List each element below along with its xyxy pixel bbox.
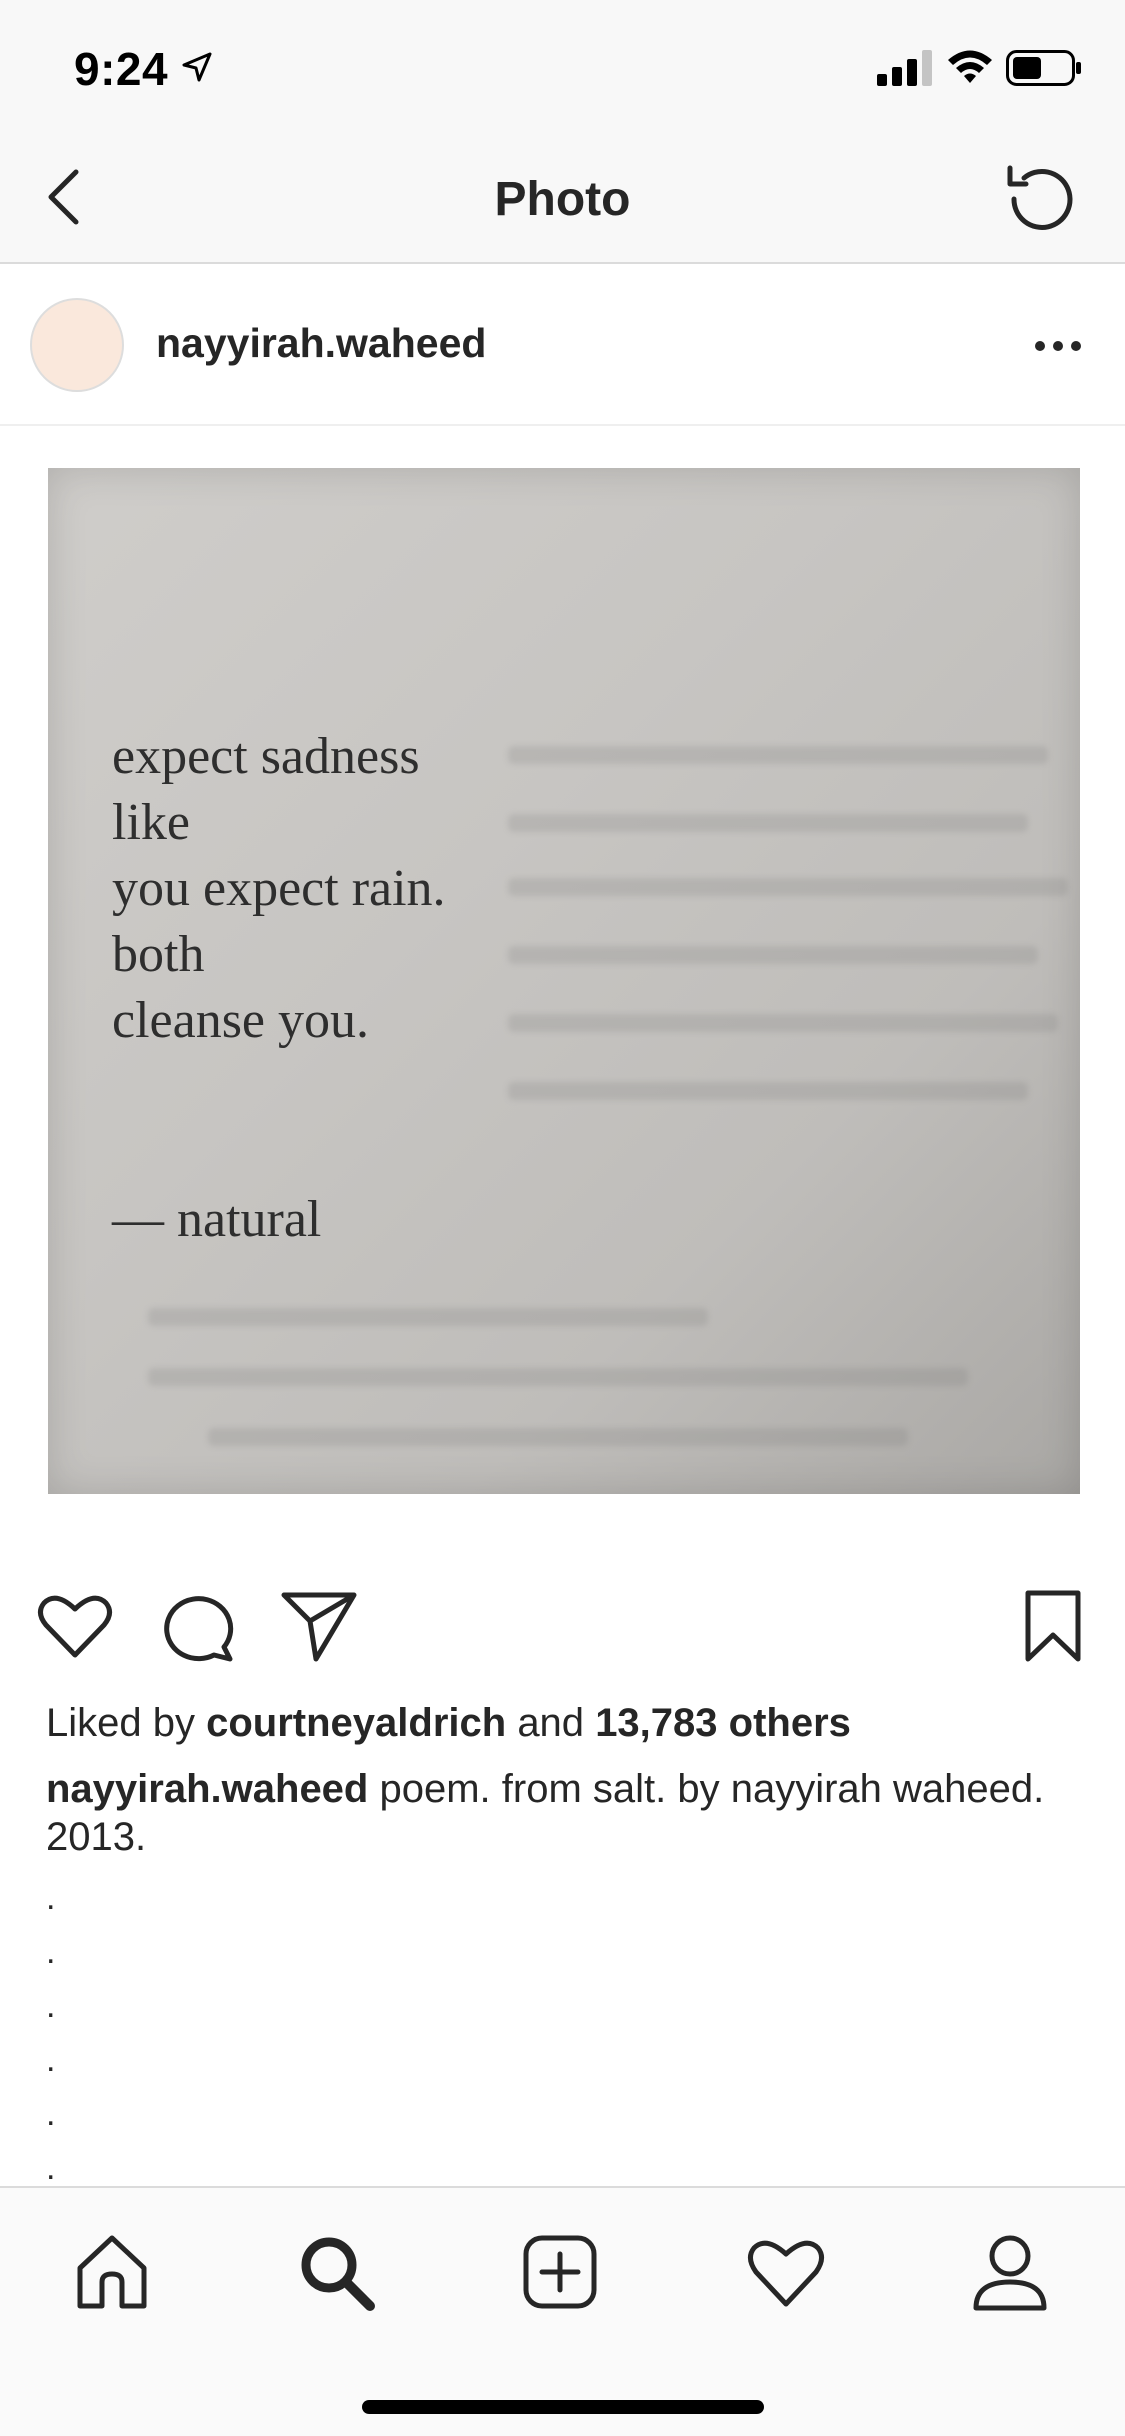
page-title: Photo [494, 173, 631, 226]
heart-icon[interactable] [36, 1587, 114, 1665]
nav-bar: Photo [0, 132, 1125, 264]
battery-icon [1006, 50, 1081, 86]
location-arrow-icon [182, 52, 212, 82]
caption-dots: . . . . . . [46, 1871, 55, 2195]
comment-icon[interactable] [160, 1587, 238, 1665]
heart-icon[interactable] [746, 2232, 826, 2312]
liked-by-user[interactable]: courtneyaldrich [206, 1701, 506, 1745]
likes-middle: and [517, 1701, 585, 1745]
bookmark-icon[interactable] [1020, 1587, 1086, 1665]
caption-username[interactable]: nayyirah.waheed [46, 1767, 368, 1811]
caption-dot: . [46, 1987, 56, 2025]
poem-line: both [112, 926, 205, 983]
caption-dot: . [46, 2041, 56, 2079]
profile-icon[interactable] [970, 2232, 1050, 2312]
bleed-through-text [508, 1014, 1058, 1032]
more-icon[interactable] [1030, 326, 1086, 366]
caption-dot: . [46, 1879, 56, 1917]
bleed-through-text [508, 946, 1038, 964]
tab-bar [0, 2186, 1125, 2436]
bleed-through-text [148, 1368, 968, 1386]
home-indicator[interactable] [362, 2400, 764, 2414]
likes-summary[interactable]: Liked by courtneyaldrich and 13,783 othe… [46, 1701, 851, 1746]
post-media[interactable]: expect sadness like you expect rain. bot… [0, 426, 1125, 1551]
post-username[interactable]: nayyirah.waheed [156, 320, 486, 367]
search-icon[interactable] [296, 2232, 376, 2312]
home-icon[interactable] [72, 2232, 152, 2312]
add-post-icon[interactable] [520, 2232, 600, 2312]
bleed-through-text [508, 1082, 1028, 1100]
poem-line: like [112, 794, 190, 851]
caption: nayyirah.waheed poem. from salt. by nayy… [46, 1765, 1046, 1861]
avatar[interactable] [30, 298, 124, 392]
bleed-through-text [508, 814, 1028, 832]
paper-plane-icon[interactable] [280, 1587, 358, 1665]
bleed-through-text [508, 878, 1068, 896]
status-time: 9:24 [74, 43, 169, 95]
poem-credit: — natural [112, 1191, 322, 1248]
bleed-through-text [148, 1308, 708, 1326]
poem-line: expect sadness [112, 728, 420, 785]
poem-line: you expect rain. [112, 860, 446, 917]
post-header: nayyirah.waheed [0, 264, 1125, 426]
bleed-through-text [208, 1428, 908, 1446]
likes-others[interactable]: 13,783 others [595, 1701, 851, 1745]
cellular-signal-icon [877, 50, 932, 86]
bleed-through-text [508, 746, 1048, 764]
likes-prefix: Liked by [46, 1701, 195, 1745]
post-photo[interactable]: expect sadness like you expect rain. bot… [48, 468, 1080, 1494]
poem-text: expect sadness like you expect rain. bot… [112, 724, 446, 1054]
post-meta: Liked by courtneyaldrich and 13,783 othe… [0, 1701, 1125, 2187]
wifi-icon [948, 50, 992, 83]
post-actions [0, 1551, 1125, 1701]
caption-dot: . [46, 2095, 56, 2133]
refresh-icon[interactable] [1000, 158, 1082, 240]
poem-line: cleanse you. [112, 992, 370, 1049]
status-bar: 9:24 [0, 0, 1125, 132]
caption-dot: . [46, 1933, 56, 1971]
